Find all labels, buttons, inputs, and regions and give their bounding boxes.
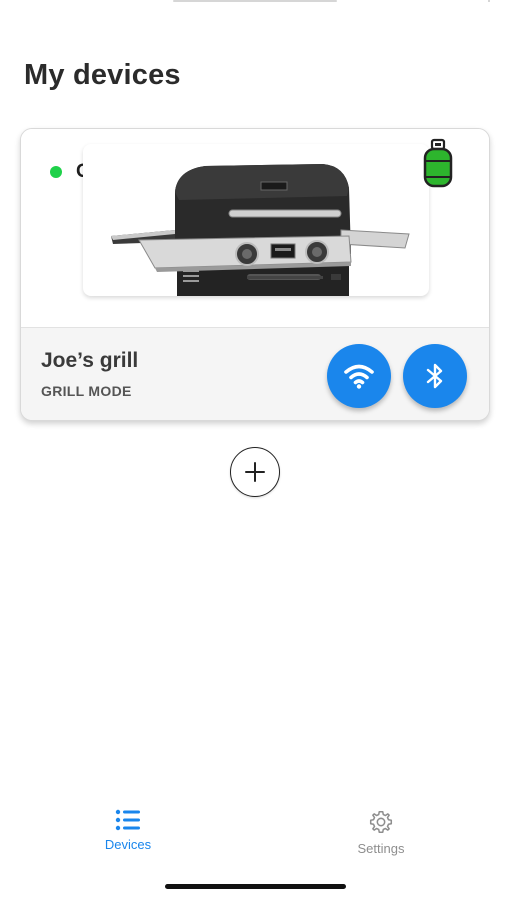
status-dot xyxy=(50,166,62,178)
tab-devices[interactable]: Devices xyxy=(68,800,188,852)
device-name: Joe’s grill xyxy=(41,349,139,372)
bluetooth-button[interactable] xyxy=(403,344,467,408)
add-device-button[interactable] xyxy=(230,447,280,497)
device-card-header: ON xyxy=(21,129,489,327)
plus-icon xyxy=(245,462,265,482)
bluetooth-icon xyxy=(426,363,443,389)
top-sheet-handle xyxy=(173,0,337,2)
wifi-icon xyxy=(344,364,374,389)
tab-devices-label: Devices xyxy=(104,837,152,852)
tab-settings-label: Settings xyxy=(357,841,405,856)
device-card[interactable]: ON xyxy=(20,128,490,421)
grill-image xyxy=(83,144,429,296)
propane-tank-icon xyxy=(423,138,453,188)
list-icon xyxy=(115,809,140,831)
bottom-tab-bar: Devices Settings xyxy=(0,800,507,870)
device-card-footer: Joe’s grill GRILL MODE xyxy=(21,327,489,420)
wifi-button[interactable] xyxy=(327,344,391,408)
home-indicator xyxy=(165,884,346,889)
page-title: My devices xyxy=(24,59,181,91)
grill-illustration xyxy=(111,164,410,296)
top-edge-mark xyxy=(488,0,490,2)
tab-settings[interactable]: Settings xyxy=(321,800,441,856)
device-mode: GRILL MODE xyxy=(41,383,132,399)
gear-icon xyxy=(369,810,393,834)
